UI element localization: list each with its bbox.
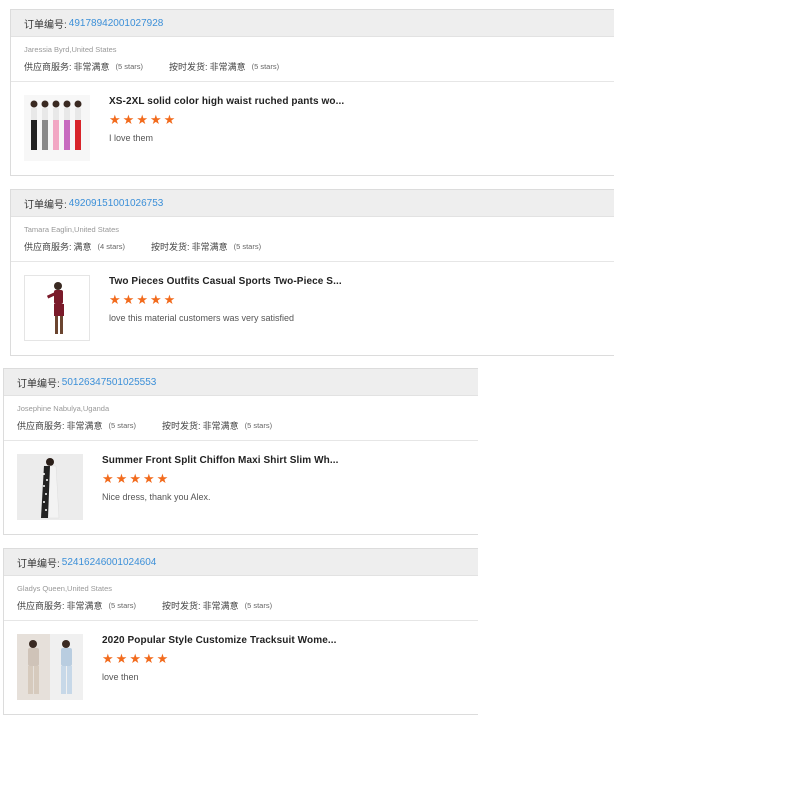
product-row: XS-2XL solid color high waist ruched pan… (11, 82, 614, 170)
product-title-link[interactable]: Summer Front Split Chiffon Maxi Shirt Sl… (102, 455, 338, 466)
star-icon: ★ (115, 651, 128, 666)
product-title-link[interactable]: Two Pieces Outfits Casual Sports Two-Pie… (109, 276, 342, 287)
service-label: 供应商服务: (24, 241, 72, 252)
product-row: Two Pieces Outfits Casual Sports Two-Pie… (11, 262, 614, 350)
shipping-label: 按时发货: (151, 241, 190, 252)
shipping-rating: 按时发货: 非常满意 (5 stars) (162, 419, 272, 432)
order-label: 订单编号: (24, 19, 67, 31)
order-number-link[interactable]: 52416246001024604 (62, 557, 157, 568)
product-thumbnail[interactable] (24, 95, 90, 161)
review-comment: love this material customers was very sa… (109, 313, 295, 323)
rating-summary: 供应商服务: 非常满意 (5 stars) 按时发货: 非常满意 (5 star… (17, 598, 478, 612)
service-stars: (5 stars) (108, 420, 137, 430)
shipping-value: 非常满意 (191, 241, 228, 252)
shipping-label: 按时发货: (169, 61, 208, 72)
star-icon: ★ (142, 651, 155, 666)
buyer-name: Gladys Queen,United States (17, 584, 113, 593)
supplier-service-rating: 供应商服务: 非常满意 (5 stars) (24, 60, 143, 73)
order-number-link[interactable]: 49209151001026753 (69, 198, 164, 209)
shipping-rating: 按时发货: 非常满意 (5 stars) (162, 599, 272, 612)
review-card: 订单编号: 49178942001027928 Jaressia Byrd,Un… (10, 9, 614, 176)
star-icon: ★ (129, 651, 141, 666)
supplier-service-rating: 供应商服务: 非常满意 (5 stars) (17, 419, 136, 432)
shipping-label: 按时发货: (162, 420, 201, 431)
review-card: 订单编号: 49209151001026753 Tamara Eaglin,Un… (10, 189, 614, 356)
service-label: 供应商服务: (24, 61, 72, 72)
product-thumbnail[interactable] (17, 634, 83, 700)
service-stars: (5 stars) (108, 600, 137, 610)
service-label: 供应商服务: (17, 600, 65, 611)
supplier-service-rating: 供应商服务: 非常满意 (5 stars) (17, 599, 136, 612)
star-icon: ★ (149, 112, 162, 127)
order-header: 订单编号: 49209151001026753 (11, 190, 614, 217)
buyer-name: Tamara Eaglin,United States (24, 225, 120, 234)
shipping-rating: 按时发货: 非常满意 (5 stars) (151, 240, 261, 253)
rating-summary: 供应商服务: 满意 (4 stars) 按时发货: 非常满意 (5 stars) (24, 239, 614, 253)
shipping-stars: (5 stars) (244, 420, 273, 430)
shipping-label: 按时发货: (162, 600, 201, 611)
star-rating: ★ ★ ★ ★ ★ (109, 293, 175, 306)
order-header: 订单编号: 52416246001024604 (4, 549, 478, 576)
order-number-link[interactable]: 50126347501025553 (62, 377, 157, 388)
order-label: 订单编号: (24, 199, 67, 211)
shipping-stars: (5 stars) (244, 600, 273, 610)
star-icon: ★ (122, 112, 135, 127)
star-icon: ★ (109, 292, 121, 307)
star-icon: ★ (142, 471, 155, 486)
rating-summary: 供应商服务: 非常满意 (5 stars) 按时发货: 非常满意 (5 star… (17, 418, 478, 432)
review-comment: I love them (109, 133, 154, 143)
star-icon: ★ (136, 292, 148, 307)
service-value: 非常满意 (66, 420, 103, 431)
product-title-link[interactable]: XS-2XL solid color high waist ruched pan… (109, 96, 344, 107)
star-icon: ★ (156, 471, 169, 486)
star-icon: ★ (102, 471, 114, 486)
shipping-rating: 按时发货: 非常满意 (5 stars) (169, 60, 279, 73)
order-header: 订单编号: 50126347501025553 (4, 369, 478, 396)
shipping-value: 非常满意 (202, 600, 239, 611)
star-icon: ★ (163, 292, 176, 307)
service-stars: (4 stars) (97, 241, 126, 251)
supplier-service-rating: 供应商服务: 满意 (4 stars) (24, 240, 125, 253)
product-thumbnail[interactable] (24, 275, 90, 341)
order-label: 订单编号: (17, 558, 60, 570)
service-stars: (5 stars) (115, 61, 144, 71)
review-card: 订单编号: 52416246001024604 Gladys Queen,Uni… (3, 548, 478, 715)
product-row: 2020 Popular Style Customize Tracksuit W… (4, 621, 478, 709)
shipping-stars: (5 stars) (233, 241, 262, 251)
service-label: 供应商服务: (17, 420, 65, 431)
shipping-value: 非常满意 (202, 420, 239, 431)
buyer-name: Jaressia Byrd,United States (24, 45, 117, 54)
review-comment: love then (102, 672, 139, 682)
shipping-value: 非常满意 (209, 61, 246, 72)
star-icon: ★ (156, 651, 169, 666)
service-value: 非常满意 (66, 600, 103, 611)
star-icon: ★ (109, 112, 121, 127)
star-icon: ★ (163, 112, 176, 127)
order-header: 订单编号: 49178942001027928 (11, 10, 614, 37)
rating-summary: 供应商服务: 非常满意 (5 stars) 按时发货: 非常满意 (5 star… (24, 59, 614, 73)
buyer-name: Josephine Nabulya,Uganda (17, 404, 110, 413)
star-icon: ★ (115, 471, 128, 486)
star-rating: ★ ★ ★ ★ ★ (102, 472, 168, 485)
product-title-link[interactable]: 2020 Popular Style Customize Tracksuit W… (102, 635, 337, 646)
shipping-stars: (5 stars) (251, 61, 280, 71)
product-thumbnail[interactable] (17, 454, 83, 520)
star-icon: ★ (136, 112, 148, 127)
order-number-link[interactable]: 49178942001027928 (69, 18, 164, 29)
star-icon: ★ (149, 292, 162, 307)
service-value: 满意 (73, 241, 92, 252)
product-row: Summer Front Split Chiffon Maxi Shirt Sl… (4, 441, 478, 529)
service-value: 非常满意 (73, 61, 110, 72)
review-comment: Nice dress, thank you Alex. (102, 492, 211, 502)
star-rating: ★ ★ ★ ★ ★ (109, 113, 175, 126)
order-label: 订单编号: (17, 378, 60, 390)
star-icon: ★ (129, 471, 141, 486)
star-rating: ★ ★ ★ ★ ★ (102, 652, 168, 665)
review-card: 订单编号: 50126347501025553 Josephine Nabuly… (3, 368, 478, 535)
star-icon: ★ (102, 651, 114, 666)
star-icon: ★ (122, 292, 135, 307)
